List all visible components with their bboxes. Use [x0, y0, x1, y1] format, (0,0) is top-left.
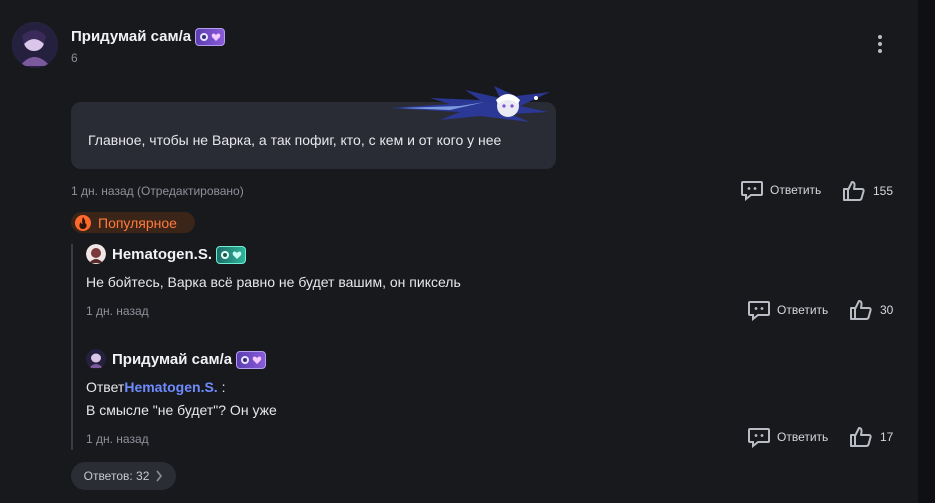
like-count: 30: [880, 303, 894, 317]
badge-icon: [195, 28, 226, 46]
reply-icon: [748, 301, 770, 321]
reply-label: Ответить: [777, 430, 829, 444]
like-button[interactable]: 30: [849, 298, 893, 322]
avatar-art-icon: [12, 22, 58, 68]
reply-avatar[interactable]: [86, 244, 106, 264]
reply-label: Ответить: [770, 183, 822, 197]
chevron-right-icon: [156, 470, 163, 482]
author-row: Придумай сам/а: [71, 28, 226, 46]
show-replies-button[interactable]: Ответов: 32: [71, 462, 176, 490]
comment-time: 1 дн. назад (Отредактировано): [71, 184, 244, 198]
reply-username[interactable]: Hematogen.S.: [112, 246, 212, 263]
thumbs-up-icon: [850, 300, 872, 320]
badge-icon: [236, 351, 267, 369]
character-icon: [221, 251, 230, 259]
like-count: 155: [873, 184, 894, 198]
heart-icon: [252, 356, 262, 364]
thread-line: [71, 244, 73, 450]
reply-button[interactable]: Ответить: [747, 426, 828, 448]
mention-link[interactable]: Hematogen.S.: [124, 379, 217, 395]
username[interactable]: Придумай сам/а: [71, 28, 191, 45]
badge-icon: [216, 246, 247, 264]
reply-author-row: Hematogen.S.: [112, 246, 247, 264]
reply-username[interactable]: Придумай сам/а: [112, 351, 232, 368]
reply-icon: [741, 181, 763, 201]
reply-suffix: :: [217, 379, 226, 395]
reply-time: 1 дн. назад: [86, 432, 149, 446]
thumbs-up-icon: [850, 427, 872, 447]
reply-time: 1 дн. назад: [86, 304, 149, 318]
reply-button[interactable]: Ответить: [747, 299, 828, 321]
character-icon: [200, 33, 209, 41]
reply-mention-line: ОтветHematogen.S. :: [86, 379, 225, 395]
reply-avatar[interactable]: [86, 349, 106, 369]
reply-button[interactable]: Ответить: [740, 179, 821, 201]
heart-icon: [211, 33, 221, 41]
popular-badge: Популярное: [71, 212, 195, 233]
replies-count-label: Ответов: 32: [83, 469, 150, 483]
reply-prefix: Ответ: [86, 379, 125, 395]
scrollbar[interactable]: [918, 0, 935, 503]
reply-label: Ответить: [777, 303, 829, 317]
avatar[interactable]: [12, 22, 58, 68]
comment-text: Главное, чтобы не Варка, а так пофиг, кт…: [88, 132, 502, 148]
reply-text: В смысле "не будет"? Он уже: [86, 402, 277, 418]
avatar-art-icon: [86, 244, 106, 264]
reply-text: Не бойтесь, Варка всё равно не будет ваш…: [86, 274, 461, 290]
popular-label: Популярное: [98, 214, 177, 231]
like-button[interactable]: 17: [849, 425, 893, 449]
like-button[interactable]: 155: [842, 179, 893, 203]
comment-count: 6: [71, 51, 78, 65]
heart-icon: [232, 251, 242, 259]
thumbs-up-icon: [843, 181, 865, 201]
more-options-icon[interactable]: [870, 32, 890, 58]
reply-author-row: Придумай сам/а: [112, 351, 267, 369]
bubble-decoration-icon: [390, 86, 550, 122]
avatar-art-icon: [86, 349, 106, 369]
character-icon: [241, 356, 250, 364]
like-count: 17: [880, 430, 894, 444]
reply-icon: [748, 428, 770, 448]
flame-icon: [75, 214, 91, 231]
